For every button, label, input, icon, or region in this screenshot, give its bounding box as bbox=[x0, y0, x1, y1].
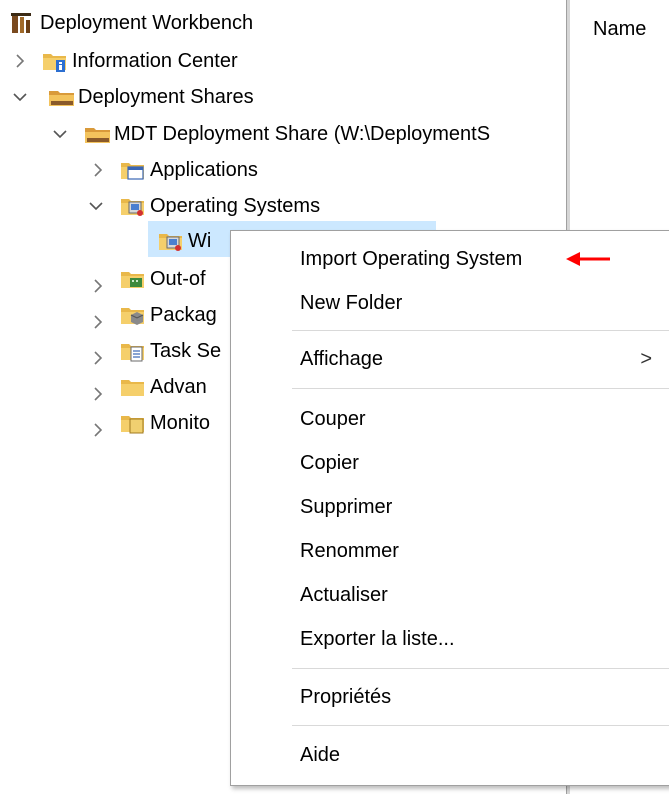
menu-item-label: Renommer bbox=[300, 539, 399, 562]
menu-item-actualiser[interactable]: Actualiser bbox=[231, 575, 669, 615]
menu-separator bbox=[292, 330, 669, 331]
collapse-chevron-down-icon[interactable] bbox=[50, 124, 70, 144]
tree-label: Out-of bbox=[150, 267, 206, 290]
tree-label: Task Se bbox=[150, 339, 222, 362]
menu-item-copier[interactable]: Copier bbox=[231, 443, 669, 483]
tree-label: MDT Deployment Share (W:\DeploymentS bbox=[114, 122, 491, 145]
tree-label: Advan bbox=[150, 375, 207, 398]
expand-chevron-right-icon[interactable] bbox=[88, 276, 108, 296]
menu-item-label: Propriétés bbox=[300, 685, 392, 708]
menu-separator bbox=[292, 388, 669, 389]
menu-separator bbox=[292, 725, 669, 726]
menu-item-renommer[interactable]: Renommer bbox=[231, 531, 669, 571]
menu-item-label: Couper bbox=[300, 407, 366, 430]
submenu-chevron-icon: > bbox=[640, 347, 652, 370]
drivers-folder-icon bbox=[120, 267, 144, 291]
tree-label: Information Center bbox=[72, 49, 238, 72]
menu-item-label: Copier bbox=[300, 451, 359, 474]
monitor-folder-icon bbox=[120, 411, 144, 435]
tree-item-applications[interactable]: Applications bbox=[120, 153, 258, 187]
expand-chevron-right-icon[interactable] bbox=[88, 420, 108, 440]
tree-item-information-center[interactable]: Information Center bbox=[42, 44, 238, 78]
tree-item-advanced-configuration[interactable]: Advan bbox=[120, 370, 207, 404]
tree-item-deployment-shares[interactable]: Deployment Shares bbox=[48, 80, 254, 114]
folder-icon bbox=[120, 375, 144, 399]
menu-item-label: Import Operating System bbox=[300, 247, 523, 270]
menu-item-new-folder[interactable]: New Folder bbox=[231, 283, 669, 323]
info-folder-icon bbox=[42, 49, 66, 73]
tree-label: Deployment Shares bbox=[78, 85, 254, 108]
expand-chevron-right-icon[interactable] bbox=[88, 312, 108, 332]
collapse-chevron-down-icon[interactable] bbox=[86, 196, 106, 216]
expand-chevron-right-icon[interactable] bbox=[88, 348, 108, 368]
menu-item-affichage[interactable]: Affichage > bbox=[231, 339, 669, 379]
os-folder-icon bbox=[120, 194, 144, 218]
menu-item-label: Affichage bbox=[300, 347, 384, 370]
tree-item-out-of-box-drivers[interactable]: Out-of bbox=[120, 262, 206, 296]
tree-label: Applications bbox=[150, 158, 258, 181]
tree-item-operating-systems[interactable]: Operating Systems bbox=[120, 189, 320, 223]
tree-item-task-sequences[interactable]: Task Se bbox=[120, 334, 221, 368]
tasks-folder-icon bbox=[120, 339, 144, 363]
context-menu: Import Operating System New Folder Affic… bbox=[230, 230, 669, 786]
menu-item-label: Actualiser bbox=[300, 583, 388, 606]
tree-label: Wi bbox=[188, 229, 212, 252]
menu-item-label: Exporter la liste... bbox=[300, 627, 455, 650]
expand-chevron-right-icon[interactable] bbox=[10, 51, 30, 71]
expand-chevron-right-icon[interactable] bbox=[88, 384, 108, 404]
tree-label: Operating Systems bbox=[150, 194, 321, 217]
menu-separator bbox=[292, 668, 669, 669]
tree-item-windows-os[interactable]: Wi bbox=[158, 224, 211, 258]
menu-item-label: New Folder bbox=[300, 291, 403, 314]
menu-item-exporter-la-liste[interactable]: Exporter la liste... bbox=[231, 619, 669, 659]
tree-root-deployment-workbench[interactable]: Deployment Workbench bbox=[10, 6, 253, 40]
os-folder-icon bbox=[158, 229, 182, 253]
menu-item-proprietes[interactable]: Propriétés bbox=[231, 677, 669, 717]
share-folder-icon bbox=[84, 122, 110, 146]
column-header-name[interactable]: Name bbox=[593, 18, 646, 41]
tree-label: Deployment Workbench bbox=[40, 11, 254, 34]
workbench-icon bbox=[10, 11, 34, 35]
tree-label: Packag bbox=[150, 303, 217, 326]
tree-item-monitoring[interactable]: Monito bbox=[120, 406, 210, 440]
menu-item-couper[interactable]: Couper bbox=[231, 399, 669, 439]
packages-folder-icon bbox=[120, 303, 144, 327]
tree-item-mdt-deployment-share[interactable]: MDT Deployment Share (W:\DeploymentS bbox=[84, 117, 490, 151]
tree-item-packages[interactable]: Packag bbox=[120, 298, 217, 332]
applications-folder-icon bbox=[120, 158, 144, 182]
menu-item-aide[interactable]: Aide bbox=[231, 735, 669, 775]
collapse-chevron-down-icon[interactable] bbox=[10, 87, 30, 107]
shares-folder-icon bbox=[48, 85, 74, 109]
menu-item-supprimer[interactable]: Supprimer bbox=[231, 487, 669, 527]
annotation-arrow-icon bbox=[566, 252, 610, 266]
tree-label: Monito bbox=[150, 411, 211, 434]
menu-item-label: Supprimer bbox=[300, 495, 393, 518]
menu-item-label: Aide bbox=[300, 743, 341, 766]
expand-chevron-right-icon[interactable] bbox=[88, 160, 108, 180]
